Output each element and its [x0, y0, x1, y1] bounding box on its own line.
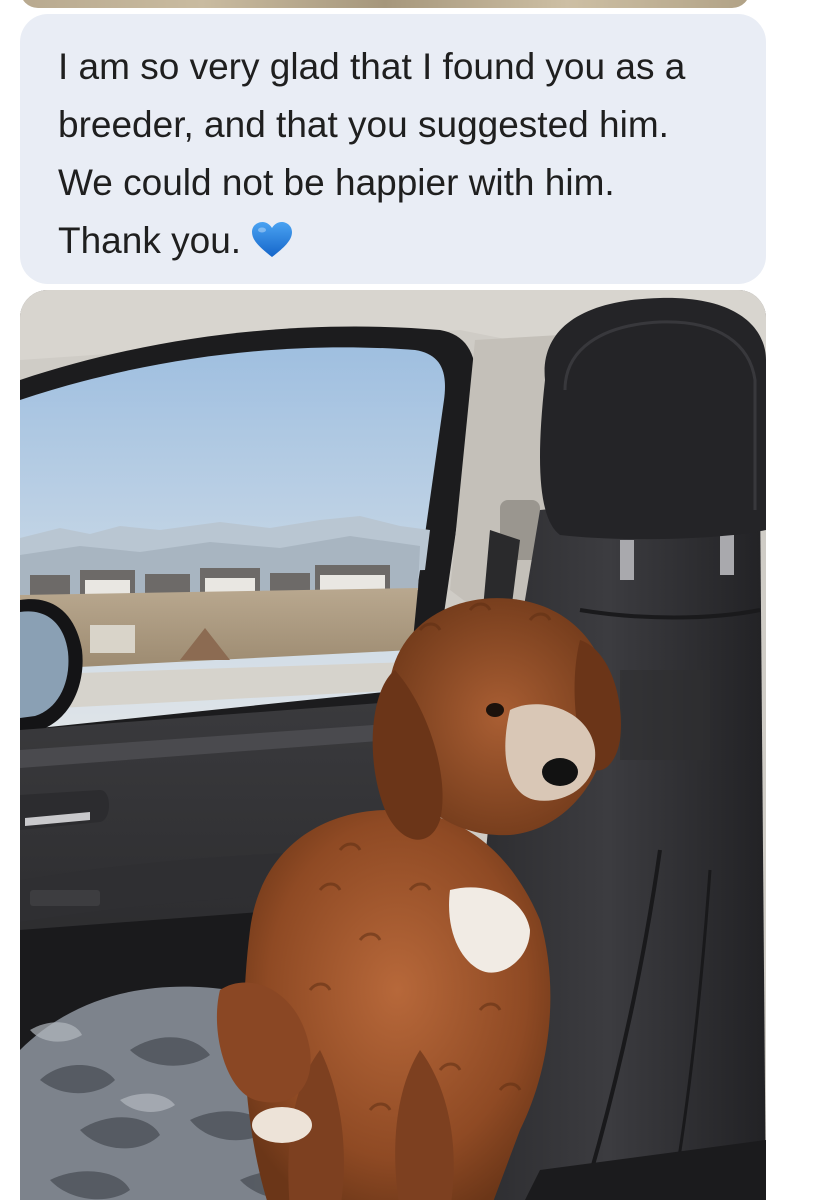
message-line-3: We could not be happier with him. — [58, 162, 615, 203]
blue-heart-icon — [251, 218, 293, 257]
message-line-4-text: Thank you. — [58, 220, 242, 261]
message-line-1: I am so very glad that I found you as a — [58, 46, 686, 87]
previous-image-attachment[interactable] — [20, 0, 750, 8]
puppy-in-car-photo — [20, 290, 766, 1200]
message-text: I am so very glad that I found you as a … — [58, 38, 736, 270]
message-bubble[interactable]: I am so very glad that I found you as a … — [20, 14, 766, 284]
message-line-4: Thank you. — [58, 212, 736, 270]
message-line-2: breeder, and that you suggested him. — [58, 104, 669, 145]
photo-attachment[interactable] — [20, 290, 766, 1200]
message-thread: I am so very glad that I found you as a … — [0, 0, 832, 1200]
